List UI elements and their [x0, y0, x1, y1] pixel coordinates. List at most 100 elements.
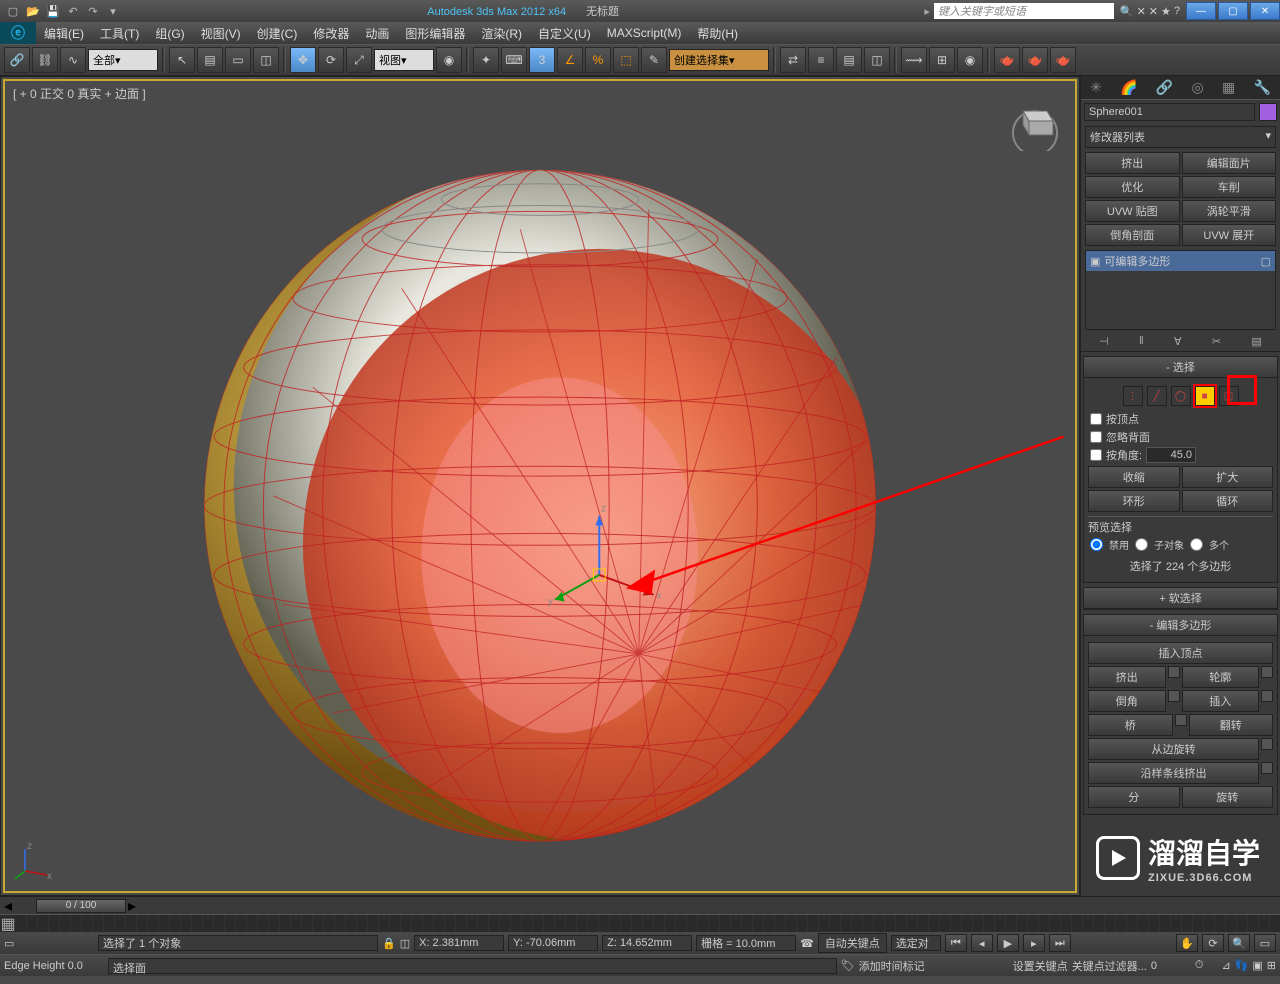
window-crossing-icon[interactable]: ◫: [253, 47, 279, 73]
rollup-edit-poly-header[interactable]: - 编辑多边形: [1084, 615, 1277, 636]
btn-bridge[interactable]: 桥: [1088, 714, 1173, 736]
curve-editor-icon[interactable]: ⟿: [901, 47, 927, 73]
btn-flip[interactable]: 翻转: [1189, 714, 1274, 736]
tab-hierarchy-icon[interactable]: 🔗: [1156, 79, 1173, 96]
quick-uvwmap[interactable]: UVW 贴图: [1085, 200, 1180, 222]
btn-hinge[interactable]: 从边旋转: [1088, 738, 1259, 760]
timeslider-prev-icon[interactable]: ◂: [0, 896, 16, 916]
named-selection-dropdown[interactable]: 创建选择集 ▾: [669, 49, 769, 71]
menu-group[interactable]: 组(G): [147, 22, 192, 44]
maximize-button[interactable]: ▢: [1218, 2, 1248, 20]
btn-outline[interactable]: 轮廓: [1182, 666, 1260, 688]
render-icon[interactable]: 🫖: [1050, 47, 1076, 73]
add-timetag[interactable]: 添加时间标记: [859, 958, 1009, 974]
tab-display-icon[interactable]: ▦: [1222, 79, 1235, 96]
pivot-icon[interactable]: ◉: [436, 47, 462, 73]
rollup-soft-header[interactable]: + 软选择: [1084, 588, 1277, 609]
subobj-element-icon[interactable]: ◫: [1219, 386, 1239, 406]
isolate-icon[interactable]: ◫: [400, 937, 410, 950]
qat-more-icon[interactable]: ▾: [104, 3, 122, 19]
object-name-field[interactable]: [1084, 103, 1255, 121]
nav-fov-icon[interactable]: ⊿: [1221, 959, 1230, 972]
radio-preview-multi[interactable]: [1190, 538, 1203, 551]
bind-icon[interactable]: ∿: [60, 47, 86, 73]
quick-lathe[interactable]: 车削: [1182, 176, 1277, 198]
search-input[interactable]: 键入关键字或短语: [934, 3, 1114, 19]
tab-modify-icon[interactable]: 🌈: [1120, 79, 1137, 96]
btn-extrude-spline[interactable]: 沿样条线挤出: [1088, 762, 1259, 784]
rollup-selection-header[interactable]: - 选择: [1084, 357, 1277, 378]
coord-x[interactable]: X: 2.381mm: [414, 935, 504, 951]
trackbar[interactable]: ▦: [0, 914, 1280, 932]
help-icon[interactable]: ?: [1174, 5, 1180, 18]
bridge-settings-icon[interactable]: [1175, 714, 1187, 726]
time-slider[interactable]: ◂ 0 / 100 ▸: [0, 896, 1280, 914]
timetag-icon[interactable]: 🏷: [841, 959, 855, 972]
menu-customize[interactable]: 自定义(U): [530, 22, 599, 44]
btn-extrude[interactable]: 挤出: [1088, 666, 1166, 688]
subobj-edge-icon[interactable]: ╱: [1147, 386, 1167, 406]
spinner-snap-icon[interactable]: ⬚: [613, 47, 639, 73]
menu-grapheditors[interactable]: 图形编辑器: [397, 22, 473, 44]
rotate-icon[interactable]: ⟳: [318, 47, 344, 73]
render-setup-icon[interactable]: 🫖: [994, 47, 1020, 73]
schematic-icon[interactable]: ⊞: [929, 47, 955, 73]
extrude-spline-settings-icon[interactable]: [1261, 762, 1273, 774]
qat-save-icon[interactable]: 💾: [44, 3, 62, 19]
modifier-list-dropdown[interactable]: 修改器列表▾: [1085, 126, 1276, 148]
snap-toggle-icon[interactable]: 3: [529, 47, 555, 73]
favorites-icon[interactable]: ★: [1161, 5, 1171, 18]
minimize-button[interactable]: —: [1186, 2, 1216, 20]
goto-end-icon[interactable]: ⏭: [1049, 934, 1071, 952]
link-icon[interactable]: 🔗: [4, 47, 30, 73]
menu-animation[interactable]: 动画: [357, 22, 397, 44]
edge-height-field[interactable]: Edge Height 0.0: [4, 960, 104, 972]
bevel-settings-icon[interactable]: [1168, 690, 1180, 702]
prev-frame-icon[interactable]: ◂: [971, 934, 993, 952]
expand-icon[interactable]: ▣: [1090, 255, 1100, 268]
quick-extrude[interactable]: 挤出: [1085, 152, 1180, 174]
nav-all-icon[interactable]: ⊞: [1267, 959, 1276, 972]
qat-undo-icon[interactable]: ↶: [64, 3, 82, 19]
qat-redo-icon[interactable]: ↷: [84, 3, 102, 19]
btn-loop[interactable]: 循环: [1182, 490, 1274, 512]
align-icon[interactable]: ≡: [808, 47, 834, 73]
outline-settings-icon[interactable]: [1261, 666, 1273, 678]
subobj-polygon-icon[interactable]: ■: [1195, 386, 1215, 406]
subobj-vertex-icon[interactable]: ⋮: [1123, 386, 1143, 406]
rendered-frame-icon[interactable]: 🫖: [1022, 47, 1048, 73]
stack-item-editable-poly[interactable]: ▣ 可编辑多边形 ▢: [1086, 251, 1275, 271]
help-arrow-icon[interactable]: ▸: [924, 5, 930, 18]
select-name-icon[interactable]: ▤: [197, 47, 223, 73]
btn-grow[interactable]: 扩大: [1182, 466, 1274, 488]
menu-maxscript[interactable]: MAXScript(M): [599, 22, 690, 44]
quick-turbosmooth[interactable]: 涡轮平滑: [1182, 200, 1277, 222]
extrude-settings-icon[interactable]: [1168, 666, 1180, 678]
time-config-icon[interactable]: ⏱: [1195, 959, 1204, 972]
menu-help[interactable]: 帮助(H): [689, 22, 746, 44]
quick-editpatch[interactable]: 编辑面片: [1182, 152, 1277, 174]
menu-rendering[interactable]: 渲染(R): [473, 22, 530, 44]
time-slider-thumb[interactable]: 0 / 100: [36, 899, 126, 913]
infocenter-search-icon[interactable]: 🔍: [1120, 5, 1134, 18]
nav-orbit-icon[interactable]: ⟳: [1202, 934, 1224, 952]
menu-create[interactable]: 创建(C): [249, 22, 306, 44]
inset-settings-icon[interactable]: [1261, 690, 1273, 702]
configure-icon[interactable]: ▤: [1251, 335, 1261, 348]
exchange-icon[interactable]: ✕: [1149, 5, 1158, 18]
unique-icon[interactable]: ∀: [1174, 335, 1182, 348]
menu-views[interactable]: 视图(V): [193, 22, 249, 44]
comm-icon[interactable]: ☎: [800, 937, 814, 950]
select-icon[interactable]: ↖: [169, 47, 195, 73]
quick-bevelprofile[interactable]: 倒角剖面: [1085, 224, 1180, 246]
graphite-icon[interactable]: ◫: [864, 47, 890, 73]
btn-trunc2[interactable]: 旋转: [1182, 786, 1274, 808]
material-editor-icon[interactable]: ◉: [957, 47, 983, 73]
refcoord-dropdown[interactable]: 视图 ▾: [374, 49, 434, 71]
play-icon[interactable]: ▶: [997, 934, 1019, 952]
hinge-settings-icon[interactable]: [1261, 738, 1273, 750]
angle-snap-icon[interactable]: ∠: [557, 47, 583, 73]
btn-trunc1[interactable]: 分: [1088, 786, 1180, 808]
quick-optimize[interactable]: 优化: [1085, 176, 1180, 198]
nav-walk-icon[interactable]: 👣: [1235, 959, 1249, 972]
